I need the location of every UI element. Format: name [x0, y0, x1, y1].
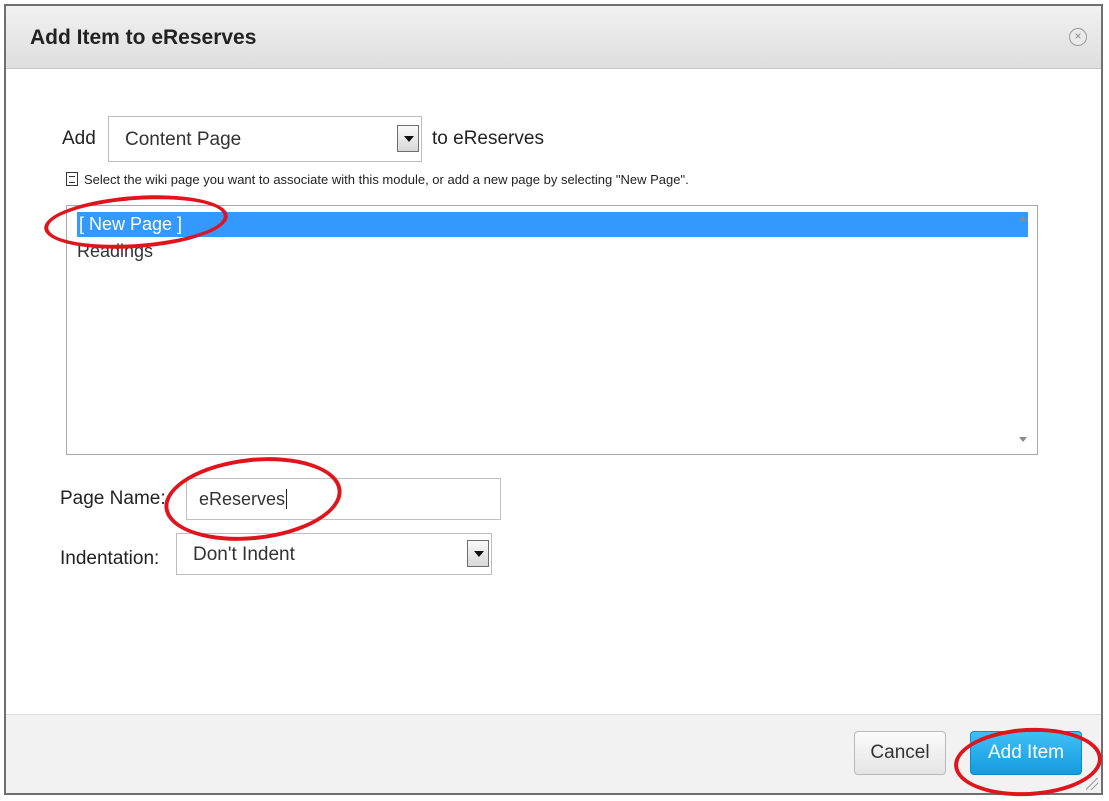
hint-text-content: Select the wiki page you want to associa…	[84, 172, 689, 187]
scroll-up-icon[interactable]	[1019, 216, 1027, 221]
add-item-dialog: Add Item to eReserves × Add Content Page…	[4, 4, 1104, 800]
chevron-down-icon[interactable]	[467, 540, 489, 567]
scroll-down-icon[interactable]	[1019, 437, 1027, 442]
dialog-title: Add Item to eReserves	[30, 26, 257, 49]
page-name-input[interactable]: eReserves	[186, 478, 501, 520]
item-type-value: Content Page	[125, 129, 242, 150]
indentation-value: Don't Indent	[193, 544, 295, 565]
item-type-select[interactable]: Content Page	[108, 116, 422, 162]
indentation-label: Indentation:	[60, 548, 160, 569]
add-suffix-label: to eReserves	[432, 128, 544, 149]
list-item-readings[interactable]: Readings	[77, 241, 153, 262]
add-prefix-label: Add	[62, 128, 96, 149]
dialog-titlebar: Add Item to eReserves ×	[6, 6, 1101, 69]
add-item-button[interactable]: Add Item	[970, 731, 1082, 775]
cancel-button[interactable]: Cancel	[854, 731, 946, 775]
document-icon	[66, 172, 78, 186]
resize-grip-icon[interactable]	[1086, 778, 1098, 790]
chevron-down-icon[interactable]	[397, 125, 419, 152]
dialog-footer: Cancel Add Item	[6, 714, 1101, 793]
list-item-new-page[interactable]: [ New Page ]	[77, 212, 1028, 237]
text-caret	[286, 489, 288, 509]
indentation-select[interactable]: Don't Indent	[176, 533, 492, 575]
close-icon[interactable]: ×	[1069, 28, 1087, 46]
page-listbox[interactable]: [ New Page ] Readings	[66, 205, 1038, 455]
hint-text: Select the wiki page you want to associa…	[66, 172, 689, 187]
page-name-label: Page Name:	[60, 488, 166, 509]
page-name-value: eReserves	[199, 489, 286, 509]
